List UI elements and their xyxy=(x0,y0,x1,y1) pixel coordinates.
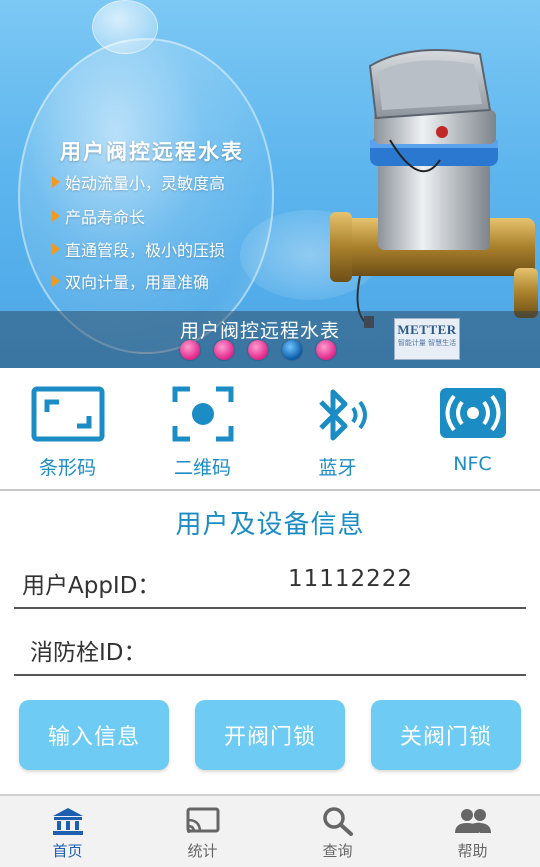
qrcode-scan-button[interactable]: 二维码 xyxy=(135,370,270,488)
bluetooth-button[interactable]: 蓝牙 xyxy=(270,370,405,488)
carousel-dot[interactable] xyxy=(316,340,336,360)
hydrant-id-label: 消防栓ID： xyxy=(30,640,147,666)
barcode-frame-icon xyxy=(31,386,104,442)
banner-feature: 双向计量，用量准确 xyxy=(52,269,209,293)
feature-text: 产品寿命长 xyxy=(65,208,146,227)
logo-subtext: 智能计量 智慧生活 xyxy=(397,339,457,347)
scan-label-nfc: NFC xyxy=(453,453,492,475)
nav-label-home: 首页 xyxy=(52,842,83,860)
appid-underline xyxy=(14,607,526,609)
feature-text: 双向计量，用量准确 xyxy=(65,273,210,292)
open-valve-lock-button[interactable]: 开阀门锁 xyxy=(195,700,345,770)
bank-home-icon xyxy=(52,808,83,835)
bottom-navigation: 首页 统计 查询 帮助 xyxy=(0,794,540,867)
banner-feature: 直通管段，极小的压损 xyxy=(52,237,225,261)
small-bubble-decoration xyxy=(92,0,158,54)
info-section-title: 用户及设备信息 xyxy=(175,510,365,540)
barcode-scan-button[interactable]: 条形码 xyxy=(0,370,135,488)
carousel-dot[interactable] xyxy=(180,340,200,360)
cast-screen-icon xyxy=(186,807,219,833)
close-valve-lock-button[interactable]: 关阀门锁 xyxy=(371,700,521,770)
feature-text: 直通管段，极小的压损 xyxy=(65,241,226,260)
nav-label-help: 帮助 xyxy=(457,842,488,860)
hydrant-id-underline xyxy=(14,674,526,676)
qrcode-scan-icon xyxy=(172,386,233,442)
carousel-dot[interactable] xyxy=(248,340,268,360)
nfc-button[interactable]: NFC xyxy=(405,370,540,488)
nav-item-query[interactable]: 查询 xyxy=(270,796,405,867)
appid-value: 11112222 xyxy=(288,566,414,592)
carousel-dot[interactable] xyxy=(214,340,234,360)
bullet-arrow-icon xyxy=(52,243,60,255)
search-icon xyxy=(322,807,353,836)
nav-label-stats: 统计 xyxy=(187,842,218,860)
bullet-arrow-icon xyxy=(52,210,60,222)
section-divider xyxy=(0,489,540,491)
input-info-button[interactable]: 输入信息 xyxy=(19,700,169,770)
scan-label-barcode: 条形码 xyxy=(38,457,96,479)
banner-feature: 产品寿命长 xyxy=(52,204,145,228)
nav-label-query: 查询 xyxy=(322,842,353,860)
bubble-decoration xyxy=(18,38,274,354)
logo-text: METTER xyxy=(397,322,457,337)
nfc-icon xyxy=(439,388,506,438)
water-meter-image xyxy=(330,49,538,328)
people-icon xyxy=(454,809,491,833)
nav-item-home[interactable]: 首页 xyxy=(0,796,135,867)
nav-item-stats[interactable]: 统计 xyxy=(135,796,270,867)
promo-banner[interactable]: 用户阀控远程水表 始动流量小，灵敏度高 产品寿命长 直通管段，极小的压损 双向计… xyxy=(0,0,540,368)
scan-options: 条形码 二维码 蓝牙 NFC xyxy=(0,370,540,488)
bluetooth-icon xyxy=(318,389,367,441)
nav-item-help[interactable]: 帮助 xyxy=(405,796,540,867)
banner-title: 用户阀控远程水表 xyxy=(60,140,244,164)
carousel-indicator xyxy=(180,340,336,360)
feature-text: 始动流量小，灵敏度高 xyxy=(65,174,226,193)
bullet-arrow-icon xyxy=(52,275,60,287)
scan-label-qrcode: 二维码 xyxy=(173,457,231,479)
banner-feature: 始动流量小，灵敏度高 xyxy=(52,170,225,194)
scan-label-bluetooth: 蓝牙 xyxy=(318,457,357,479)
banner-caption: 用户阀控远程水表 xyxy=(180,320,341,342)
brand-logo: METTER 智能计量 智慧生活 xyxy=(394,318,460,360)
appid-label: 用户AppID： xyxy=(22,573,161,599)
carousel-dot-active[interactable] xyxy=(282,340,302,360)
bullet-arrow-icon xyxy=(52,176,60,188)
